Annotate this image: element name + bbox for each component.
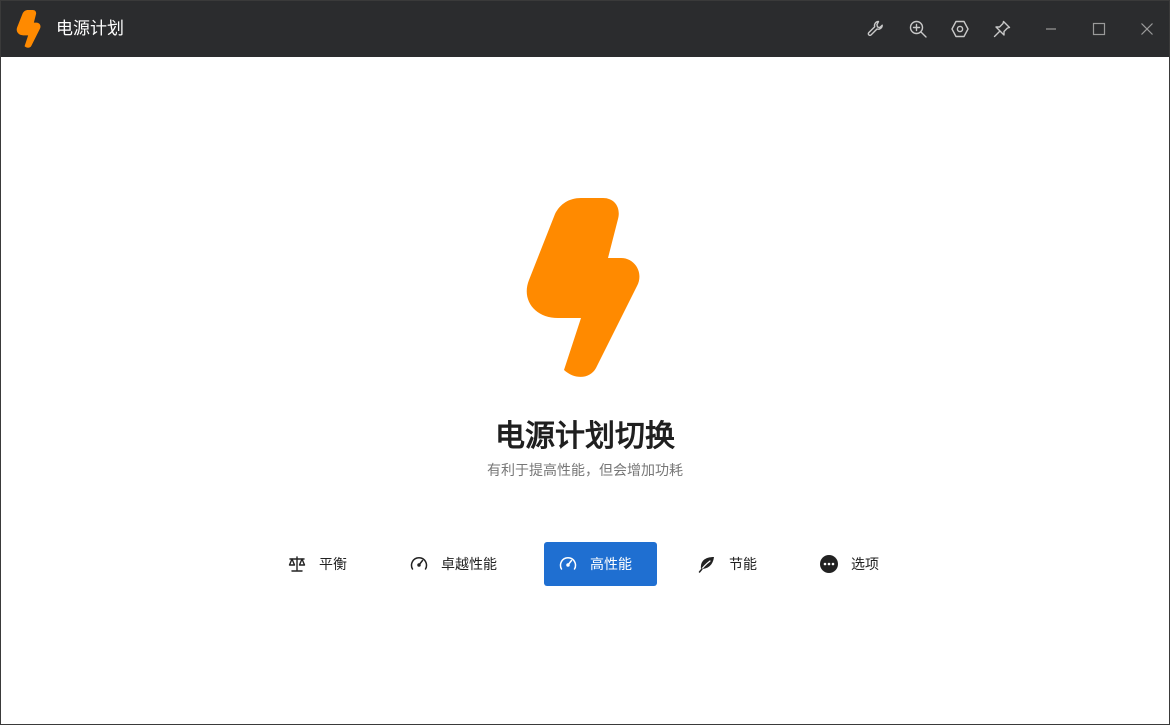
lightning-bolt-icon <box>526 198 640 377</box>
plan-high-performance-label: 高性能 <box>590 557 632 573</box>
speedometer-icon <box>409 554 429 574</box>
speedometer-icon <box>558 554 578 574</box>
plan-balanced-button[interactable]: 平衡 <box>273 542 363 586</box>
app-window: 电源计划 电源计划切换 有利于提高性能，但会增加功耗 平衡 卓越性能 高性能 节… <box>0 0 1170 725</box>
zoom-in-icon <box>909 20 927 38</box>
settings-button[interactable] <box>948 17 972 41</box>
minimize-icon <box>1046 28 1056 30</box>
plan-ultimate-performance-button[interactable]: 卓越性能 <box>395 542 521 586</box>
power-plan-selector: 平衡 卓越性能 高性能 节能 选项 <box>1 542 1169 586</box>
more-options-icon <box>819 554 839 574</box>
title-bar[interactable]: 电源计划 <box>1 1 1169 57</box>
plan-high-performance-button[interactable]: 高性能 <box>544 542 657 586</box>
page-subtitle: 有利于提高性能，但会增加功耗 <box>487 463 683 479</box>
options-label: 选项 <box>851 557 879 573</box>
options-button[interactable]: 选项 <box>805 542 895 586</box>
page-title: 电源计划切换 <box>495 419 675 454</box>
maximize-icon <box>1092 22 1106 36</box>
leaf-icon <box>697 554 717 574</box>
plan-power-saver-label: 节能 <box>729 557 757 573</box>
pin-button[interactable] <box>990 17 1014 41</box>
plan-ultimate-performance-label: 卓越性能 <box>441 557 497 573</box>
zoom-in-button[interactable] <box>906 17 930 41</box>
settings-hexagon-icon <box>951 20 969 38</box>
plan-balanced-label: 平衡 <box>319 557 347 573</box>
close-button[interactable] <box>1135 17 1159 41</box>
pin-icon <box>993 20 1011 38</box>
wrench-button[interactable] <box>864 17 888 41</box>
scale-icon <box>287 554 307 574</box>
app-title: 电源计划 <box>56 19 124 39</box>
close-icon <box>1141 23 1153 35</box>
plan-power-saver-button[interactable]: 节能 <box>683 542 773 586</box>
main-content: 电源计划切换 有利于提高性能，但会增加功耗 平衡 卓越性能 高性能 节能 选项 <box>1 57 1169 724</box>
maximize-button[interactable] <box>1087 17 1111 41</box>
minimize-button[interactable] <box>1039 17 1063 41</box>
wrench-icon <box>867 20 883 37</box>
lightning-bolt-icon <box>16 10 41 48</box>
